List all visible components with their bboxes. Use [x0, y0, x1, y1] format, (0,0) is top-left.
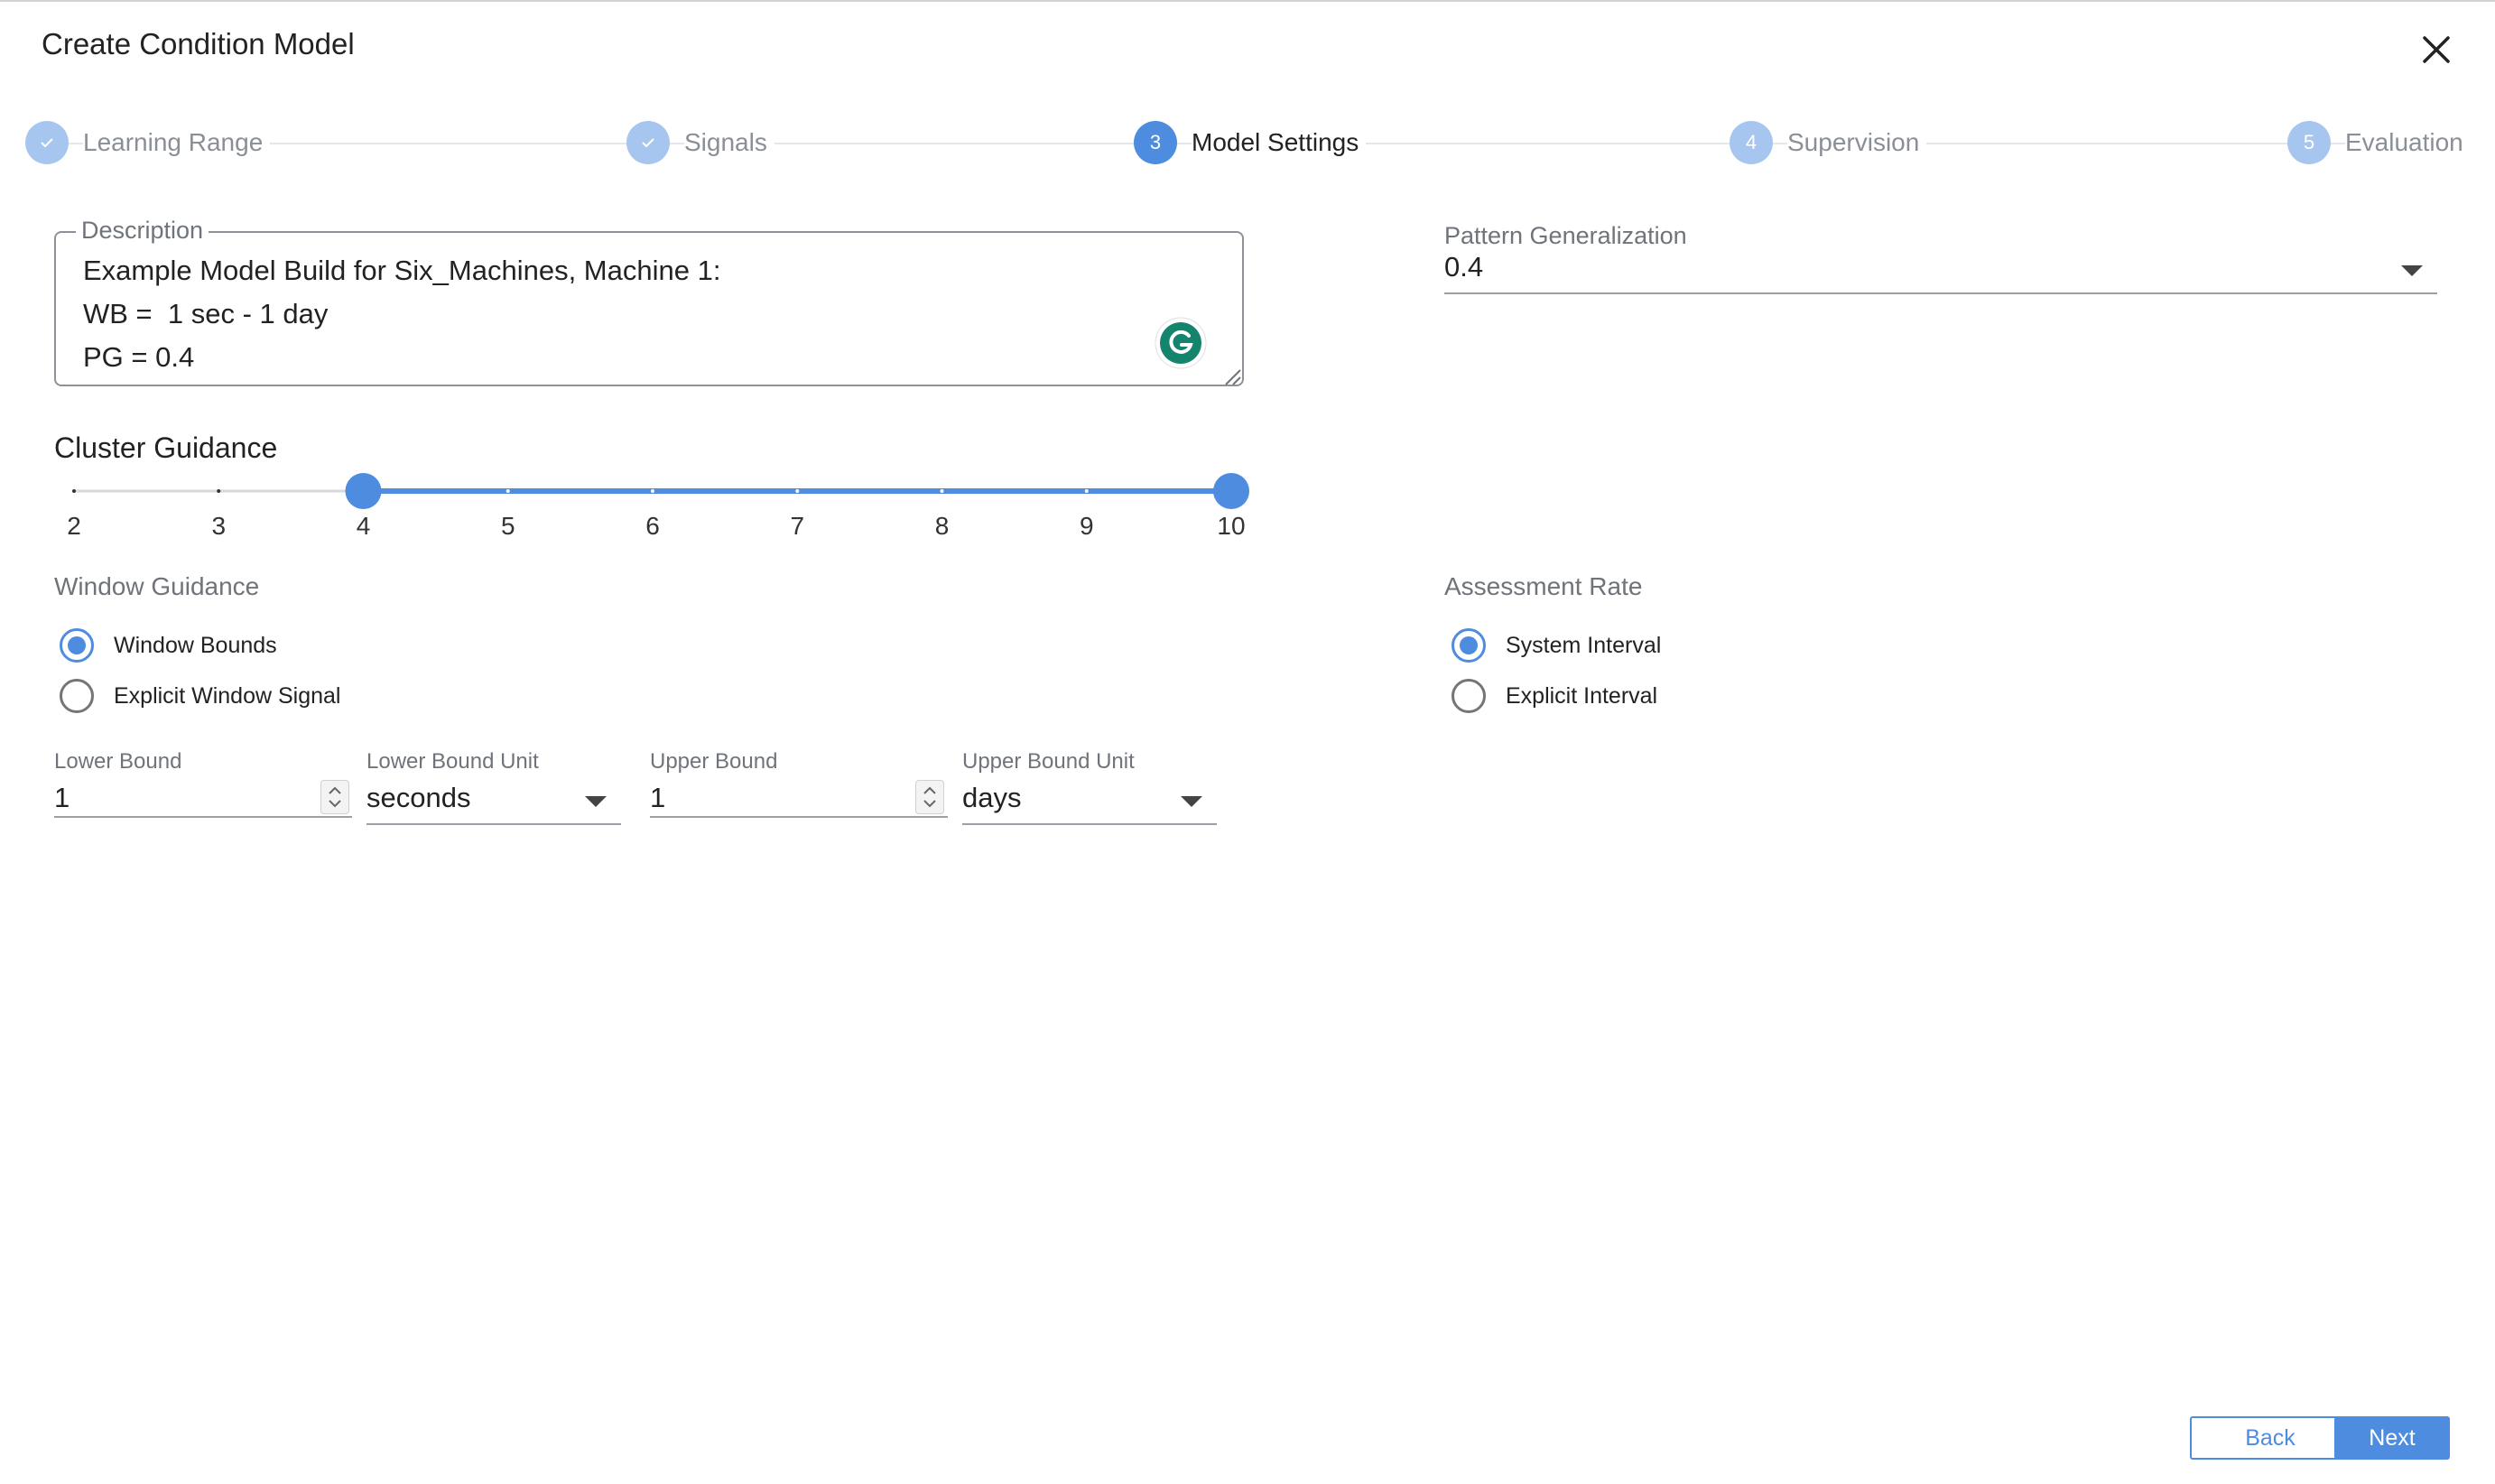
dialog-title: Create Condition Model — [42, 27, 355, 60]
slider-tick-label: 3 — [211, 512, 226, 540]
lower-bound-input[interactable]: 1 — [54, 782, 70, 814]
cluster-guidance-slider[interactable]: 2 3 4 5 6 7 8 9 10 — [54, 451, 1264, 551]
step-learning-range[interactable]: Learning Range — [25, 121, 271, 164]
radio-indicator — [60, 628, 94, 663]
step-evaluation[interactable]: 5 Evaluation — [2287, 121, 2471, 164]
explicit-window-signal-radio[interactable]: Explicit Window Signal — [60, 679, 341, 713]
slider-tick-label: 5 — [501, 512, 515, 540]
slider-tick-label: 10 — [1217, 512, 1245, 540]
radio-indicator — [1452, 679, 1486, 713]
lower-bound-stepper[interactable] — [320, 780, 349, 814]
window-bounds-radio[interactable]: Window Bounds — [60, 628, 277, 663]
slider-tick-mark — [72, 489, 76, 493]
upper-bound-input[interactable]: 1 — [650, 782, 665, 814]
pattern-generalization-label: Pattern Generalization — [1444, 222, 1687, 249]
pattern-generalization-select[interactable]: 0.4 — [1444, 251, 1483, 283]
explicit-interval-radio[interactable]: Explicit Interval — [1452, 679, 1657, 713]
close-icon[interactable] — [2414, 27, 2459, 72]
chevron-down-icon[interactable] — [1181, 796, 1202, 807]
slider-tick-label: 2 — [67, 512, 81, 540]
next-button[interactable]: Next — [2334, 1416, 2450, 1460]
description-textarea[interactable]: Example Model Build for Six_Machines, Ma… — [54, 231, 1244, 386]
step-signals[interactable]: Signals — [626, 121, 774, 164]
upper-bound-unit-label: Upper Bound Unit — [962, 749, 1135, 774]
radio-label: Explicit Window Signal — [114, 682, 341, 709]
assessment-rate-label: Assessment Rate — [1444, 572, 1643, 600]
radio-label: Explicit Interval — [1506, 682, 1658, 709]
slider-tick-mark — [940, 489, 944, 493]
slider-handle-low[interactable] — [345, 473, 382, 509]
check-icon — [626, 121, 670, 164]
radio-indicator — [1452, 628, 1486, 663]
lower-bound-unit-label: Lower Bound Unit — [366, 749, 539, 774]
slider-tick-label: 6 — [645, 512, 660, 540]
step-supervision[interactable]: 4 Supervision — [1730, 121, 1927, 164]
grammarly-icon[interactable] — [1154, 316, 1208, 370]
upper-bound-label: Upper Bound — [650, 749, 778, 774]
back-button[interactable]: Back — [2190, 1416, 2351, 1460]
radio-label: Window Bounds — [114, 632, 277, 658]
pattern-generalization-underline — [1444, 292, 2437, 294]
slider-tick-mark — [505, 489, 510, 493]
radio-label: System Interval — [1506, 632, 1662, 658]
resize-handle-icon[interactable] — [1220, 365, 1242, 386]
description-label: Description — [76, 217, 209, 245]
lower-bound-label: Lower Bound — [54, 749, 182, 774]
check-icon — [25, 121, 69, 164]
slider-tick-mark — [1084, 489, 1089, 493]
step-label: Learning Range — [83, 128, 271, 157]
lower-bound-unit-underline — [366, 823, 621, 825]
slider-tick-mark — [217, 489, 221, 493]
upper-bound-unit-underline — [962, 823, 1217, 825]
slider-tick-mark — [795, 489, 800, 493]
step-model-settings[interactable]: 3 Model Settings — [1134, 121, 1367, 164]
upper-bound-underline — [650, 816, 948, 818]
radio-indicator — [60, 679, 94, 713]
step-label: Model Settings — [1192, 128, 1367, 157]
slider-tick-label: 9 — [1080, 512, 1094, 540]
step-number: 3 — [1134, 121, 1177, 164]
step-label: Supervision — [1787, 128, 1927, 157]
step-number: 4 — [1730, 121, 1773, 164]
dialog-top-border — [0, 0, 2495, 2]
step-label: Evaluation — [2345, 128, 2471, 157]
chevron-down-icon[interactable] — [585, 796, 607, 807]
slider-tick-mark — [651, 489, 654, 493]
upper-bound-unit-select[interactable]: days — [962, 782, 1021, 814]
slider-tick-label: 7 — [790, 512, 804, 540]
step-label: Signals — [684, 128, 774, 157]
lower-bound-unit-select[interactable]: seconds — [366, 782, 470, 814]
chevron-down-icon[interactable] — [2401, 265, 2423, 276]
window-guidance-label: Window Guidance — [54, 572, 260, 600]
upper-bound-stepper[interactable] — [915, 780, 944, 814]
create-condition-model-dialog: Create Condition Model Learning Range Si… — [0, 0, 2495, 1484]
step-number: 5 — [2287, 121, 2331, 164]
description-text: Example Model Build for Six_Machines, Ma… — [83, 255, 721, 373]
system-interval-radio[interactable]: System Interval — [1452, 628, 1661, 663]
slider-handle-high[interactable] — [1213, 473, 1249, 509]
slider-tick-label: 8 — [935, 512, 950, 540]
slider-tick-label: 4 — [357, 512, 371, 540]
lower-bound-underline — [54, 816, 352, 818]
